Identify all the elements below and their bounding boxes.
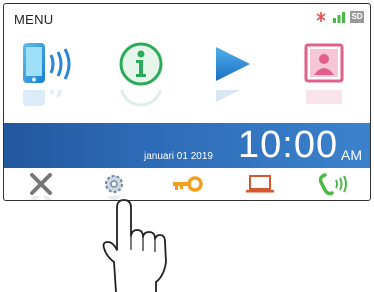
laptop-reflection — [243, 196, 277, 200]
bottom-reflection-row — [4, 196, 370, 200]
close-icon[interactable] — [27, 172, 55, 196]
info-reflection — [118, 90, 164, 108]
info-icon[interactable] — [118, 41, 164, 87]
date-label: januari 01 2019 — [144, 151, 213, 162]
clock-band: januari 01 2019 10:00 AM — [4, 123, 370, 168]
laptop-icon[interactable] — [243, 172, 277, 196]
status-bar: SD — [314, 10, 364, 24]
top-reflection-row — [4, 90, 370, 108]
key-icon[interactable] — [170, 172, 204, 196]
intercom-door-icon[interactable] — [301, 41, 347, 87]
play-reflection — [210, 90, 256, 108]
time-label: 10:00 — [238, 124, 339, 166]
close-reflection — [27, 196, 55, 200]
settings-gear-icon[interactable] — [100, 172, 128, 196]
key-reflection — [170, 196, 204, 200]
wireless-off-icon — [316, 12, 326, 22]
pointing-hand-icon — [102, 199, 167, 292]
play-icon[interactable] — [210, 41, 256, 87]
top-icon-row — [4, 41, 370, 87]
touch-screen: MENU SD januari 01 2019 10:00 AM — [3, 3, 371, 201]
signal-icon — [333, 12, 345, 23]
ampm-label: AM — [341, 147, 362, 163]
handset-reflection — [316, 196, 350, 200]
intercom-door-reflection — [301, 90, 347, 108]
bottom-icon-row — [4, 172, 370, 196]
menu-title: MENU — [14, 12, 54, 27]
handset-icon[interactable] — [316, 172, 350, 196]
phone-wireless-reflection — [17, 90, 83, 108]
sd-card-icon: SD — [350, 11, 364, 23]
phone-wireless-icon[interactable] — [17, 41, 83, 87]
